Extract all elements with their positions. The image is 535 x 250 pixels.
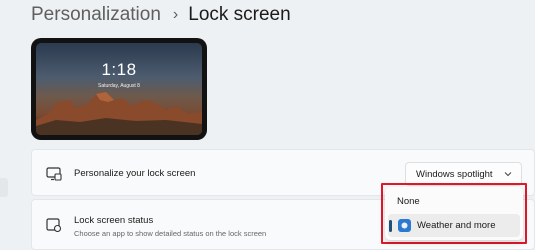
lock-screen-preview: 1:18 Saturday, August 8: [31, 38, 207, 140]
page-title: Lock screen: [188, 4, 291, 25]
selected-indicator: [389, 220, 392, 232]
breadcrumb: Personalization › Lock screen: [31, 2, 291, 28]
lock-screen-preview-image: 1:18 Saturday, August 8: [36, 43, 202, 135]
breadcrumb-parent-link[interactable]: Personalization: [31, 4, 161, 26]
monitor-icon: [46, 167, 62, 181]
dropdown-option-none[interactable]: None: [388, 190, 520, 213]
preview-time: 1:18: [101, 60, 137, 79]
weather-icon: [398, 219, 411, 232]
dropdown-option-weather-and-more[interactable]: Weather and more: [388, 214, 520, 237]
chevron-down-icon: [504, 172, 512, 177]
select-value: Windows spotlight: [416, 169, 493, 180]
setting-title: Lock screen status: [74, 215, 154, 226]
lock-screen-status-dropdown: None Weather and more: [385, 187, 523, 240]
setting-description: Choose an app to show detailed status on…: [74, 229, 267, 238]
setting-title: Personalize your lock screen: [74, 168, 196, 179]
option-label: Weather and more: [417, 220, 496, 231]
preview-date: Saturday, August 8: [98, 83, 140, 89]
status-icon: [46, 218, 62, 232]
option-label: None: [397, 196, 420, 207]
chevron-right-icon: ›: [172, 6, 179, 23]
side-panel-handle: [0, 178, 8, 197]
